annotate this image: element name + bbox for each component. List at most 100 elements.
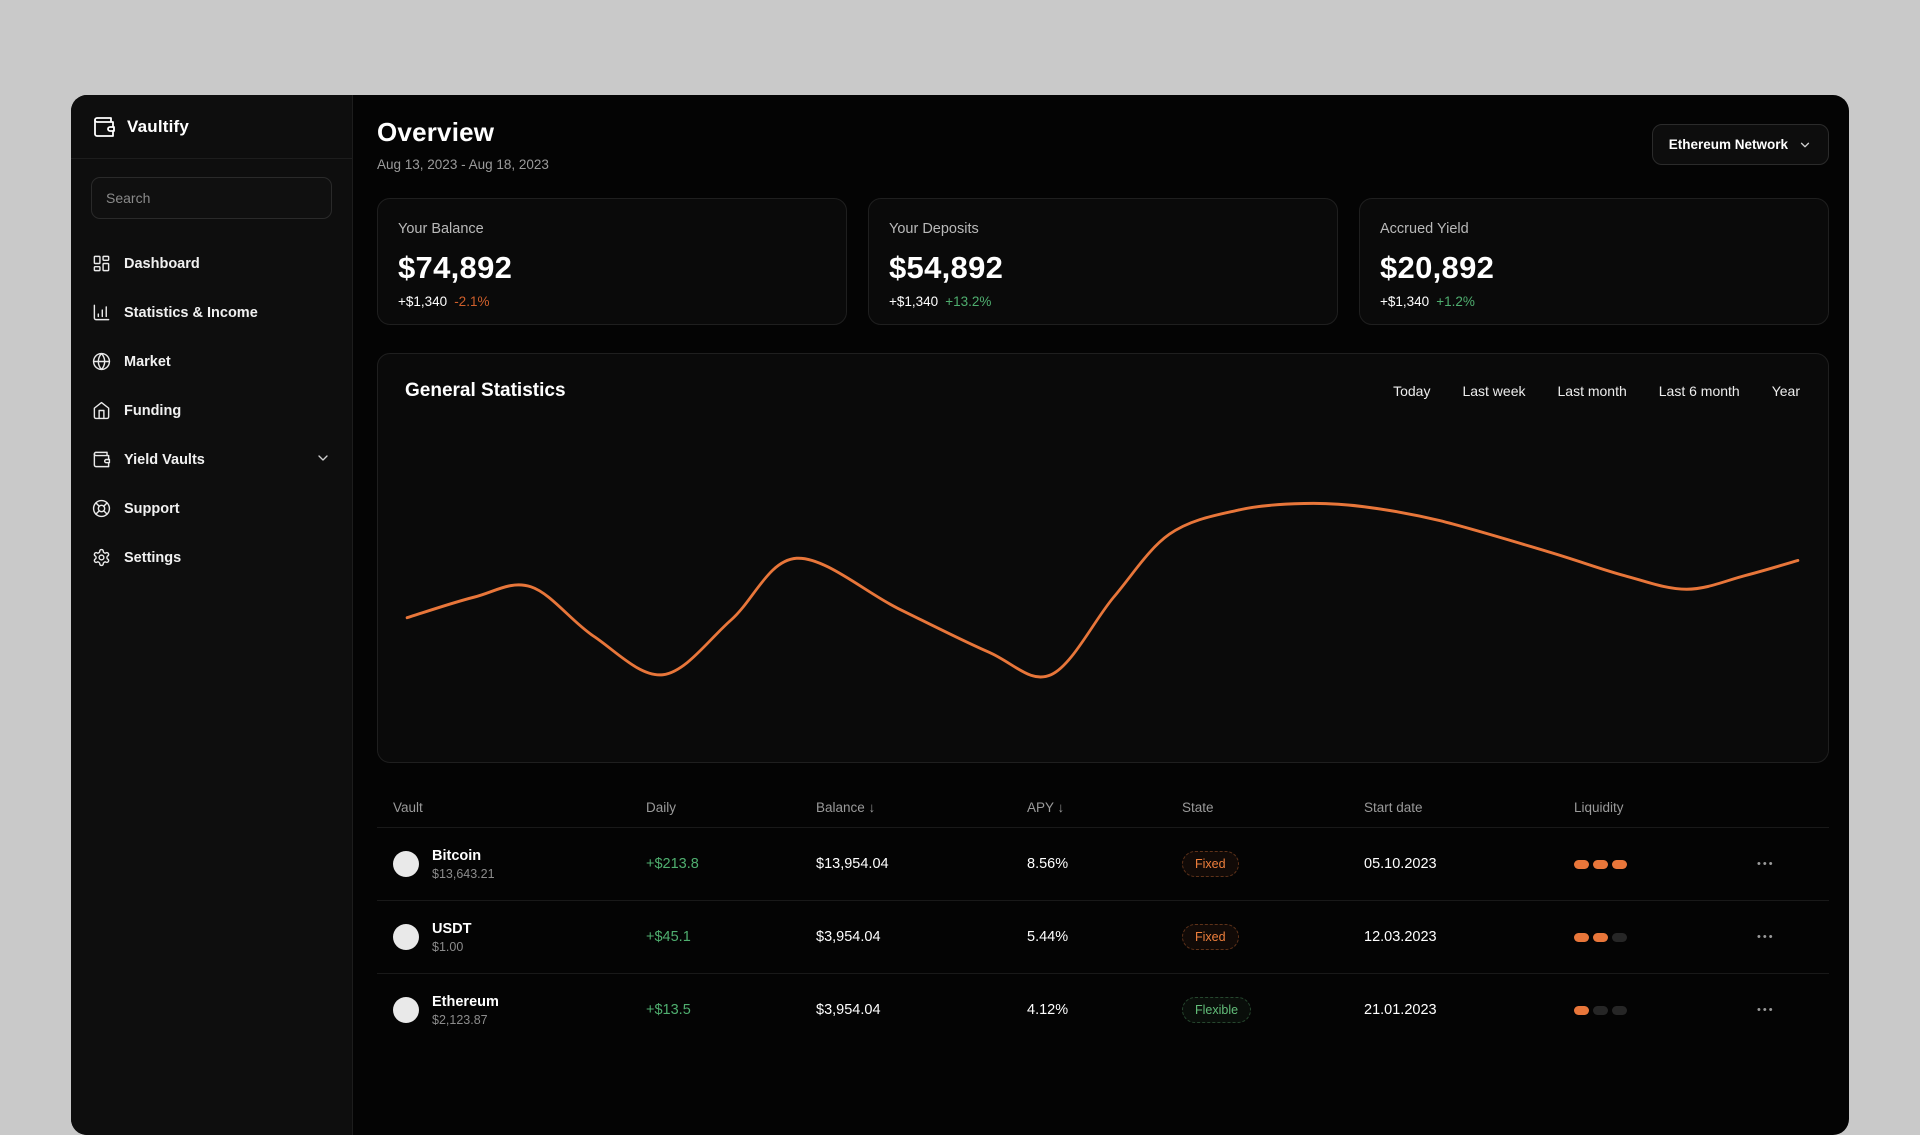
sidebar-item-settings[interactable]: Settings	[71, 533, 352, 582]
daily-change: +$213.8	[646, 856, 699, 872]
filter-last-month[interactable]: Last month	[1558, 383, 1627, 399]
network-selector-label: Ethereum Network	[1668, 137, 1788, 152]
stat-value: $20,892	[1380, 250, 1495, 285]
chevron-down-icon[interactable]	[315, 450, 331, 470]
start-date: 21.01.2023	[1364, 1002, 1437, 1018]
apy-value: 4.12%	[1027, 1002, 1069, 1018]
main-content: Overview Aug 13, 2023 - Aug 18, 2023 Eth…	[353, 95, 1849, 1135]
stat-pct: +13.2%	[945, 294, 992, 309]
vaults-table: Vault Daily Balance ↓ APY ↓ State Start …	[377, 787, 1829, 1046]
home-icon	[93, 401, 110, 420]
chevron-down-icon	[1800, 142, 1810, 147]
stat-card-accrued-yield: Accrued Yield $20,892 +$1,340 +1.2%	[1359, 198, 1829, 325]
sidebar-item-market[interactable]: Market	[71, 337, 352, 386]
col-vault[interactable]: Vault	[393, 800, 646, 815]
col-daily[interactable]: Daily	[646, 800, 816, 815]
liquidity-indicator	[1574, 1005, 1757, 1015]
start-date: 05.10.2023	[1364, 856, 1437, 872]
sidebar-item-label: Dashboard	[124, 255, 200, 272]
gear-icon	[93, 548, 110, 567]
apy-value: 8.56%	[1027, 856, 1069, 872]
stat-label: Accrued Yield	[1380, 221, 1469, 237]
stat-delta: +$1,340	[398, 294, 448, 309]
sidebar: Vaultify Dashboard Statistics & Income M…	[71, 95, 353, 1135]
coin-avatar	[393, 924, 419, 950]
time-filters: Today Last week Last month Last 6 month …	[1393, 383, 1800, 399]
line-chart	[405, 501, 1800, 679]
col-start-date[interactable]: Start date	[1364, 800, 1574, 815]
stat-card-balance: Your Balance $74,892 +$1,340 -2.1%	[377, 198, 847, 325]
dashboard-grid-icon	[93, 255, 110, 272]
stat-pct: +1.2%	[1436, 294, 1475, 309]
col-apy-sort[interactable]: APY ↓	[1027, 800, 1182, 815]
row-actions-button[interactable]: •••	[1757, 858, 1813, 870]
stat-label: Your Deposits	[889, 221, 979, 237]
sidebar-item-label: Settings	[124, 549, 182, 566]
filter-today[interactable]: Today	[1393, 383, 1430, 399]
apy-value: 5.44%	[1027, 929, 1069, 945]
sidebar-item-label: Funding	[124, 402, 182, 419]
page-title: Overview	[377, 117, 495, 147]
date-range: Aug 13, 2023 - Aug 18, 2023	[377, 157, 549, 172]
vault-price: $13,643.21	[432, 866, 495, 881]
vault-price: $1.00	[432, 939, 464, 954]
state-badge: Flexible	[1182, 997, 1252, 1023]
col-balance-sort[interactable]: Balance ↓	[816, 800, 1027, 815]
wallet-icon	[93, 451, 111, 468]
sidebar-item-support[interactable]: Support	[71, 484, 352, 533]
daily-change: +$45.1	[646, 929, 691, 945]
globe-icon	[92, 352, 111, 371]
vault-name: USDT	[432, 920, 472, 937]
coin-avatar	[393, 997, 419, 1023]
filter-last-6-month[interactable]: Last 6 month	[1659, 383, 1740, 399]
balance-value: $13,954.04	[816, 856, 889, 872]
sidebar-item-yield-vaults[interactable]: Yield Vaults	[71, 435, 352, 484]
stat-label: Your Balance	[398, 221, 484, 237]
sidebar-item-label: Market	[124, 353, 171, 370]
stat-cards: Your Balance $74,892 +$1,340 -2.1% Your …	[377, 198, 1829, 325]
sidebar-item-statistics-income[interactable]: Statistics & Income	[71, 288, 352, 337]
col-state[interactable]: State	[1182, 800, 1364, 815]
vault-price: $2,123.87	[432, 1012, 488, 1027]
liquidity-indicator	[1574, 859, 1757, 869]
liquidity-indicator	[1574, 932, 1757, 942]
state-badge: Fixed	[1182, 924, 1239, 950]
search-input[interactable]	[91, 177, 332, 219]
start-date: 12.03.2023	[1364, 929, 1437, 945]
col-liquidity[interactable]: Liquidity	[1574, 800, 1757, 815]
network-selector-button[interactable]: Ethereum Network	[1651, 124, 1829, 165]
sidebar-item-label: Support	[124, 500, 180, 517]
sidebar-item-label: Statistics & Income	[124, 304, 258, 321]
filter-last-week[interactable]: Last week	[1462, 383, 1525, 399]
balance-value: $3,954.04	[816, 1002, 881, 1018]
bar-chart-icon	[93, 304, 110, 321]
stat-pct: -2.1%	[454, 294, 490, 309]
stat-card-deposits: Your Deposits $54,892 +$1,340 +13.2%	[868, 198, 1338, 325]
panel-title: General Statistics	[405, 380, 566, 401]
sidebar-item-label: Yield Vaults	[124, 451, 205, 468]
row-actions-button[interactable]: •••	[1757, 1004, 1813, 1016]
sidebar-item-dashboard[interactable]: Dashboard	[71, 239, 352, 288]
stat-value: $54,892	[889, 250, 1004, 285]
wallet-logo-icon	[94, 116, 115, 137]
filter-year[interactable]: Year	[1772, 383, 1800, 399]
app-window: Vaultify Dashboard Statistics & Income M…	[71, 95, 1849, 1135]
sidebar-item-funding[interactable]: Funding	[71, 386, 352, 435]
table-row-usdt[interactable]: USDT $1.00 +$45.1 $3,954.04 5.44% Fixed …	[377, 900, 1829, 973]
table-header: Vault Daily Balance ↓ APY ↓ State Start …	[377, 787, 1829, 827]
general-statistics-panel: General Statistics Today Last week Last …	[377, 353, 1829, 763]
table-row-ethereum[interactable]: Ethereum $2,123.87 +$13.5 $3,954.04 4.12…	[377, 973, 1829, 1046]
brand-name: Vaultify	[127, 116, 190, 136]
balance-value: $3,954.04	[816, 929, 881, 945]
row-actions-button[interactable]: •••	[1757, 931, 1813, 943]
vault-name: Bitcoin	[432, 847, 482, 864]
stat-delta: +$1,340	[889, 294, 939, 309]
sidebar-nav: Dashboard Statistics & Income Market Fun…	[71, 239, 352, 582]
coin-avatar	[393, 851, 419, 877]
logo: Vaultify	[71, 95, 352, 159]
daily-change: +$13.5	[646, 1002, 691, 1018]
state-badge: Fixed	[1182, 851, 1239, 877]
table-row-bitcoin[interactable]: Bitcoin $13,643.21 +$213.8 $13,954.04 8.…	[377, 827, 1829, 900]
vault-name: Ethereum	[432, 993, 499, 1010]
stat-delta: +$1,340	[1380, 294, 1430, 309]
